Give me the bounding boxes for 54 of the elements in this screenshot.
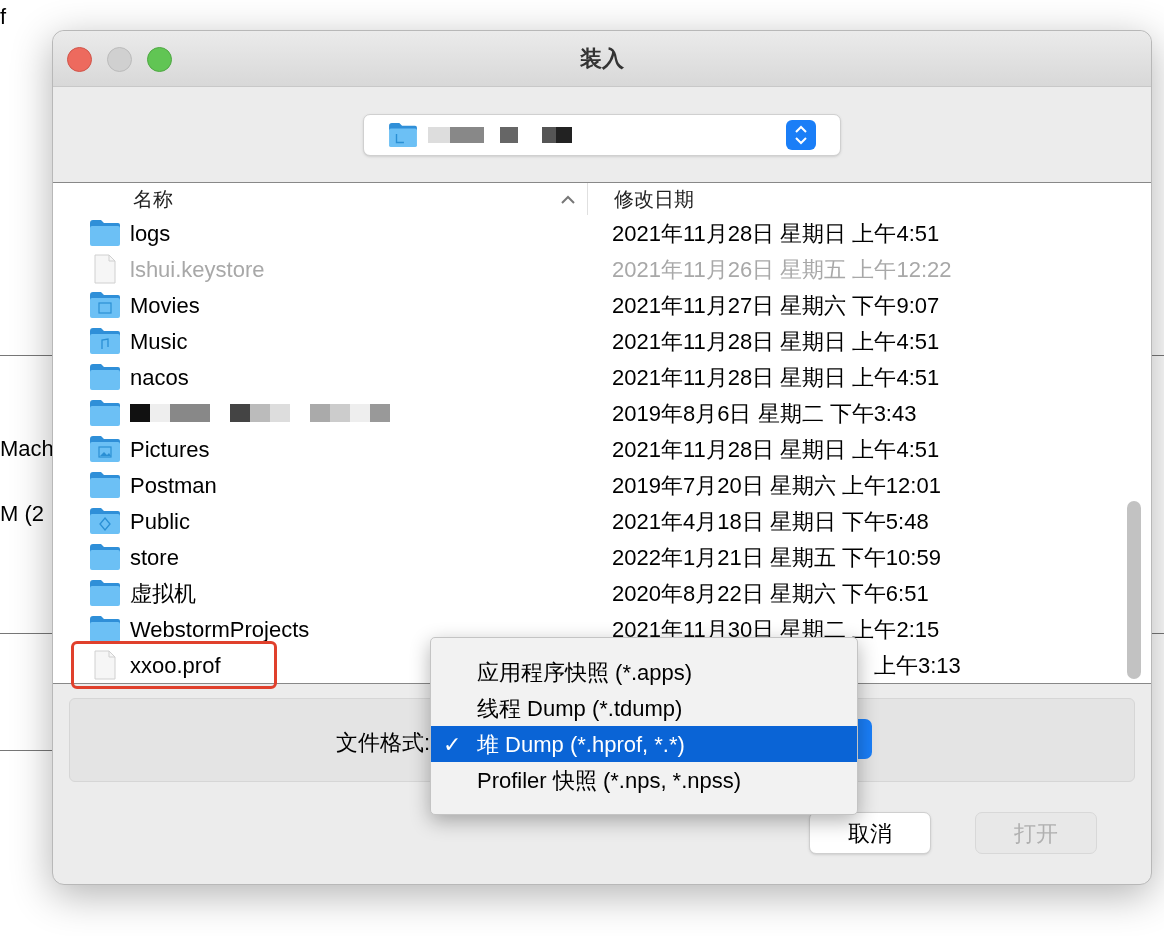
- folder-icon: [89, 435, 121, 463]
- format-label: 文件格式:: [335, 729, 430, 757]
- menu-item[interactable]: ✓ 堆 Dump (*.hprof, *.*): [431, 726, 857, 762]
- menu-item[interactable]: 应用程序快照 (*.apps): [431, 654, 857, 690]
- modified-date: 2019年7月20日 星期六 上午12:01: [612, 472, 941, 498]
- folder-icon: [89, 291, 121, 319]
- column-header[interactable]: 名称: [53, 183, 588, 215]
- file-name[interactable]: Pictures: [130, 432, 210, 466]
- stepper-icon: [786, 119, 816, 150]
- modified-date: 2021年11月28日 星期日 上午4:51: [612, 328, 940, 354]
- file-name[interactable]: Postman: [130, 468, 217, 502]
- scrollbar[interactable]: [1127, 501, 1141, 679]
- folder-icon: [89, 219, 121, 247]
- close-button[interactable]: [67, 47, 92, 72]
- folder-icon: [89, 543, 121, 571]
- modified-date: 2021年11月26日 星期五 上午12:22: [612, 256, 952, 282]
- modified-date: 2020年8月22日 星期六 下午6:51: [612, 580, 929, 606]
- file-name[interactable]: 虚拟机: [130, 576, 196, 610]
- folder-icon: [89, 615, 121, 643]
- folder-icon: [89, 327, 121, 355]
- column-header[interactable]: 修改日期: [588, 183, 1151, 215]
- folder-icon: [89, 579, 121, 607]
- window-title: 装入: [580, 45, 624, 73]
- folder-icon: [89, 507, 121, 535]
- modified-date: 2019年8月6日 星期二 下午3:43: [612, 400, 917, 426]
- folder-icon: [89, 399, 121, 427]
- file-name[interactable]: nacos: [130, 360, 189, 394]
- file-name[interactable]: Movies: [130, 288, 200, 322]
- modified-date: 2021年11月27日 星期六 下午9:07: [612, 292, 940, 318]
- sort-caret-icon: [561, 194, 575, 204]
- file-name[interactable]: Public: [130, 504, 190, 538]
- modified-date: 2021年11月28日 星期日 上午4:51: [612, 364, 940, 390]
- file-name[interactable]: store: [130, 540, 179, 574]
- file-name[interactable]: logs: [130, 216, 171, 250]
- background-text: M (2: [0, 500, 44, 528]
- home-folder-icon: [388, 121, 418, 148]
- file-name[interactable]: Music: [130, 324, 188, 358]
- location-popup[interactable]: [363, 113, 841, 156]
- background-text: f: [0, 3, 7, 31]
- dialog-button[interactable]: 取消: [809, 812, 931, 854]
- file-name[interactable]: xxoo.prof: [130, 648, 221, 682]
- folder-icon: [89, 471, 121, 499]
- minimize-button[interactable]: [107, 47, 132, 72]
- modified-date: 2021年11月28日 星期日 上午4:51: [612, 436, 940, 462]
- menu-item[interactable]: 线程 Dump (*.tdump): [431, 690, 857, 726]
- modified-date: 2021年4月18日 星期日 下午5:48: [612, 508, 929, 534]
- zoom-button[interactable]: [147, 47, 172, 72]
- file-name[interactable]: WebstormProjects: [130, 612, 310, 646]
- menu-item[interactable]: Profiler 快照 (*.nps, *.npss): [431, 762, 857, 798]
- folder-icon: [89, 363, 121, 391]
- modified-date: 2021年11月28日 星期日 上午4:51: [612, 220, 940, 246]
- modified-date: 上午3:13: [874, 652, 961, 678]
- modified-date: 2022年1月21日 星期五 下午10:59: [612, 544, 941, 570]
- background-text: Mach: [0, 435, 54, 463]
